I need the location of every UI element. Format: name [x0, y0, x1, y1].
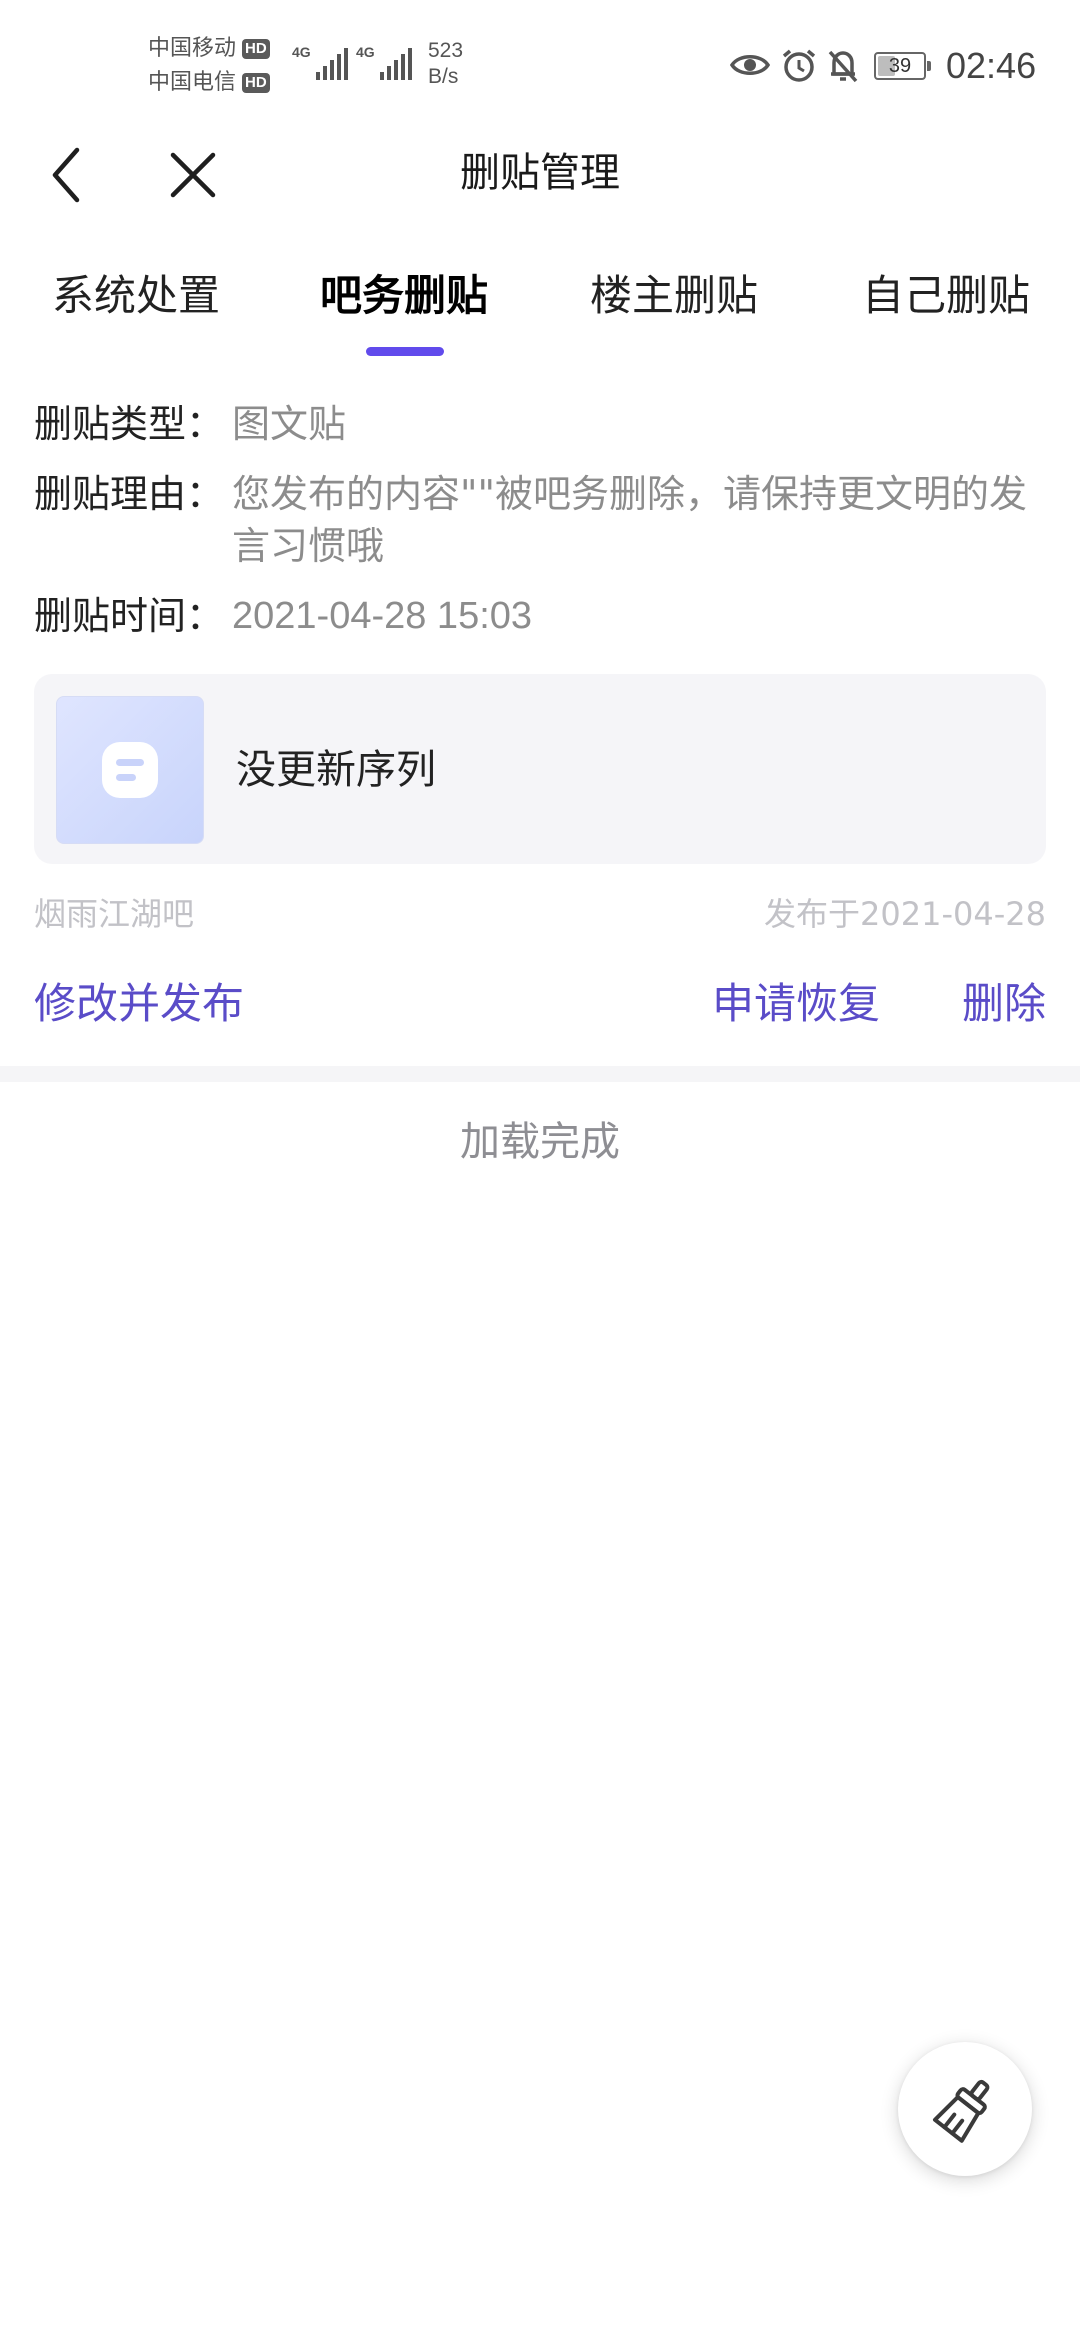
tab-indicator — [366, 347, 444, 356]
hd-badge: HD — [242, 39, 270, 59]
load-status: 加载完成 — [460, 1119, 620, 1165]
net-type-1: 4G — [292, 44, 311, 60]
carrier-1-name: 中国移动 — [148, 36, 237, 61]
delete-reason-value: 您发布的内容""被吧务删除，请保持更文明的发言习惯哦 — [232, 472, 1027, 568]
status-time: 02:46 — [946, 45, 1037, 86]
alarm-icon — [780, 48, 818, 88]
broom-icon — [932, 2079, 990, 2143]
net-speed-unit: B/s — [428, 65, 459, 88]
document-icon — [102, 742, 158, 798]
net-type-2: 4G — [356, 44, 375, 60]
delete-type-value: 图文贴 — [232, 402, 347, 446]
signal-icon: 4G — [356, 44, 412, 80]
bell-off-icon — [826, 48, 860, 88]
tab-moderator-delete[interactable]: 吧务删贴 — [320, 266, 488, 326]
battery-icon: 39 — [874, 52, 931, 80]
clean-button[interactable] — [898, 2042, 1032, 2176]
delete-reason-label: 删贴理由： — [34, 472, 225, 516]
carrier-1: 中国移动 HD — [148, 36, 270, 62]
post-card[interactable]: 没更新序列 — [34, 674, 1046, 864]
net-speed: 523 B/s — [428, 38, 463, 90]
signal-icon: 4G — [292, 44, 348, 80]
net-speed-value: 523 — [428, 39, 464, 62]
tab-self-delete[interactable]: 自己删贴 — [862, 266, 1030, 326]
carrier-2-name: 中国电信 — [148, 70, 237, 95]
bar-name[interactable]: 烟雨江湖吧 — [34, 892, 194, 936]
page-title: 删贴管理 — [460, 150, 620, 196]
post-title: 没更新序列 — [236, 747, 436, 793]
tab-op-delete[interactable]: 楼主删贴 — [590, 266, 758, 326]
eye-icon — [729, 48, 771, 86]
delete-type-label: 删贴类型： — [34, 402, 225, 446]
edit-and-publish-button[interactable]: 修改并发布 — [34, 974, 244, 1034]
publish-date: 发布于2021-04-28 — [764, 895, 1046, 933]
delete-button[interactable]: 删除 — [962, 974, 1046, 1034]
section-divider — [0, 1066, 1080, 1082]
battery-level: 39 — [888, 55, 912, 77]
post-thumbnail — [56, 696, 204, 844]
appeal-restore-button[interactable]: 申请恢复 — [712, 974, 880, 1034]
delete-time-value: 2021-04-28 15:03 — [232, 595, 533, 637]
tab-system-handling[interactable]: 系统处置 — [52, 266, 220, 326]
carrier-2: 中国电信 HD — [148, 70, 270, 96]
delete-time-label: 删贴时间： — [34, 594, 225, 638]
hd-badge: HD — [242, 73, 270, 93]
